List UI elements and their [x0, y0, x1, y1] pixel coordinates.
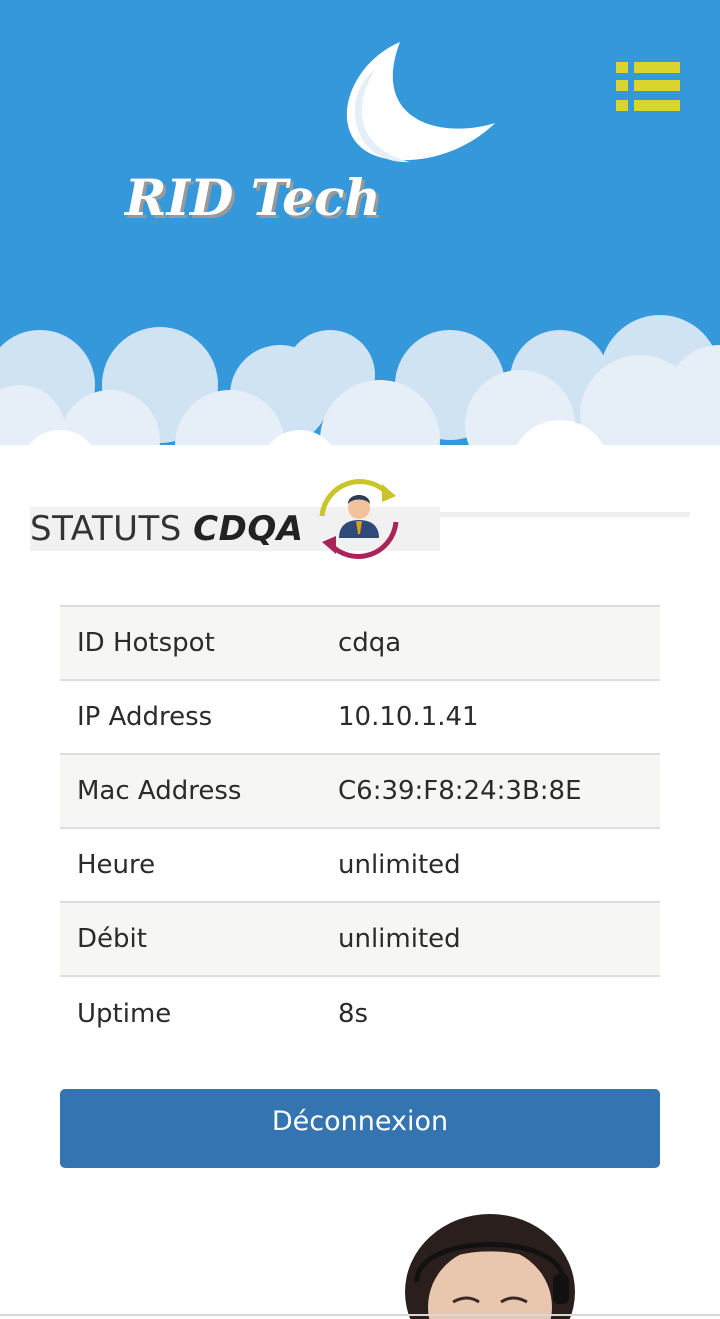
table-row: Heure unlimited [60, 827, 660, 902]
row-value: 10.10.1.41 [321, 679, 660, 754]
row-value: unlimited [321, 901, 660, 976]
table-row: Débit unlimited [60, 901, 660, 976]
row-label: Débit [60, 901, 321, 976]
table-row: ID Hotspot cdqa [60, 605, 660, 680]
user-refresh-icon [314, 474, 404, 564]
heading-divider [440, 512, 690, 517]
row-label: Mac Address [60, 753, 321, 828]
hotspot-info-table: ID Hotspot cdqa IP Address 10.10.1.41 Ma… [60, 605, 660, 1050]
moon-logo-icon: RID Tech RID Tech [123, 42, 495, 230]
footer-divider [0, 1314, 720, 1316]
support-agent-image [395, 1212, 585, 1319]
header-banner: RID Tech RID Tech [0, 0, 720, 460]
row-value: cdqa [321, 605, 660, 680]
row-label: Uptime [60, 975, 321, 1050]
logo-text: RID Tech [123, 168, 381, 227]
row-label: IP Address [60, 679, 321, 754]
row-value: 8s [321, 975, 660, 1050]
table-row: Uptime 8s [60, 975, 660, 1050]
status-username: CDQA [193, 509, 304, 549]
list-menu-icon [616, 62, 680, 111]
table-row: Mac Address C6:39:F8:24:3B:8E [60, 753, 660, 828]
logout-button[interactable]: Déconnexion [60, 1089, 660, 1168]
table-row: IP Address 10.10.1.41 [60, 679, 660, 754]
row-label: Heure [60, 827, 321, 902]
rid-tech-logo: RID Tech RID Tech [120, 40, 500, 240]
row-value: unlimited [321, 827, 660, 902]
status-title: STATUTS CDQA [30, 507, 304, 551]
row-label: ID Hotspot [60, 605, 321, 680]
row-value: C6:39:F8:24:3B:8E [321, 753, 660, 828]
status-label: STATUTS [30, 509, 182, 549]
menu-button[interactable] [614, 60, 682, 116]
